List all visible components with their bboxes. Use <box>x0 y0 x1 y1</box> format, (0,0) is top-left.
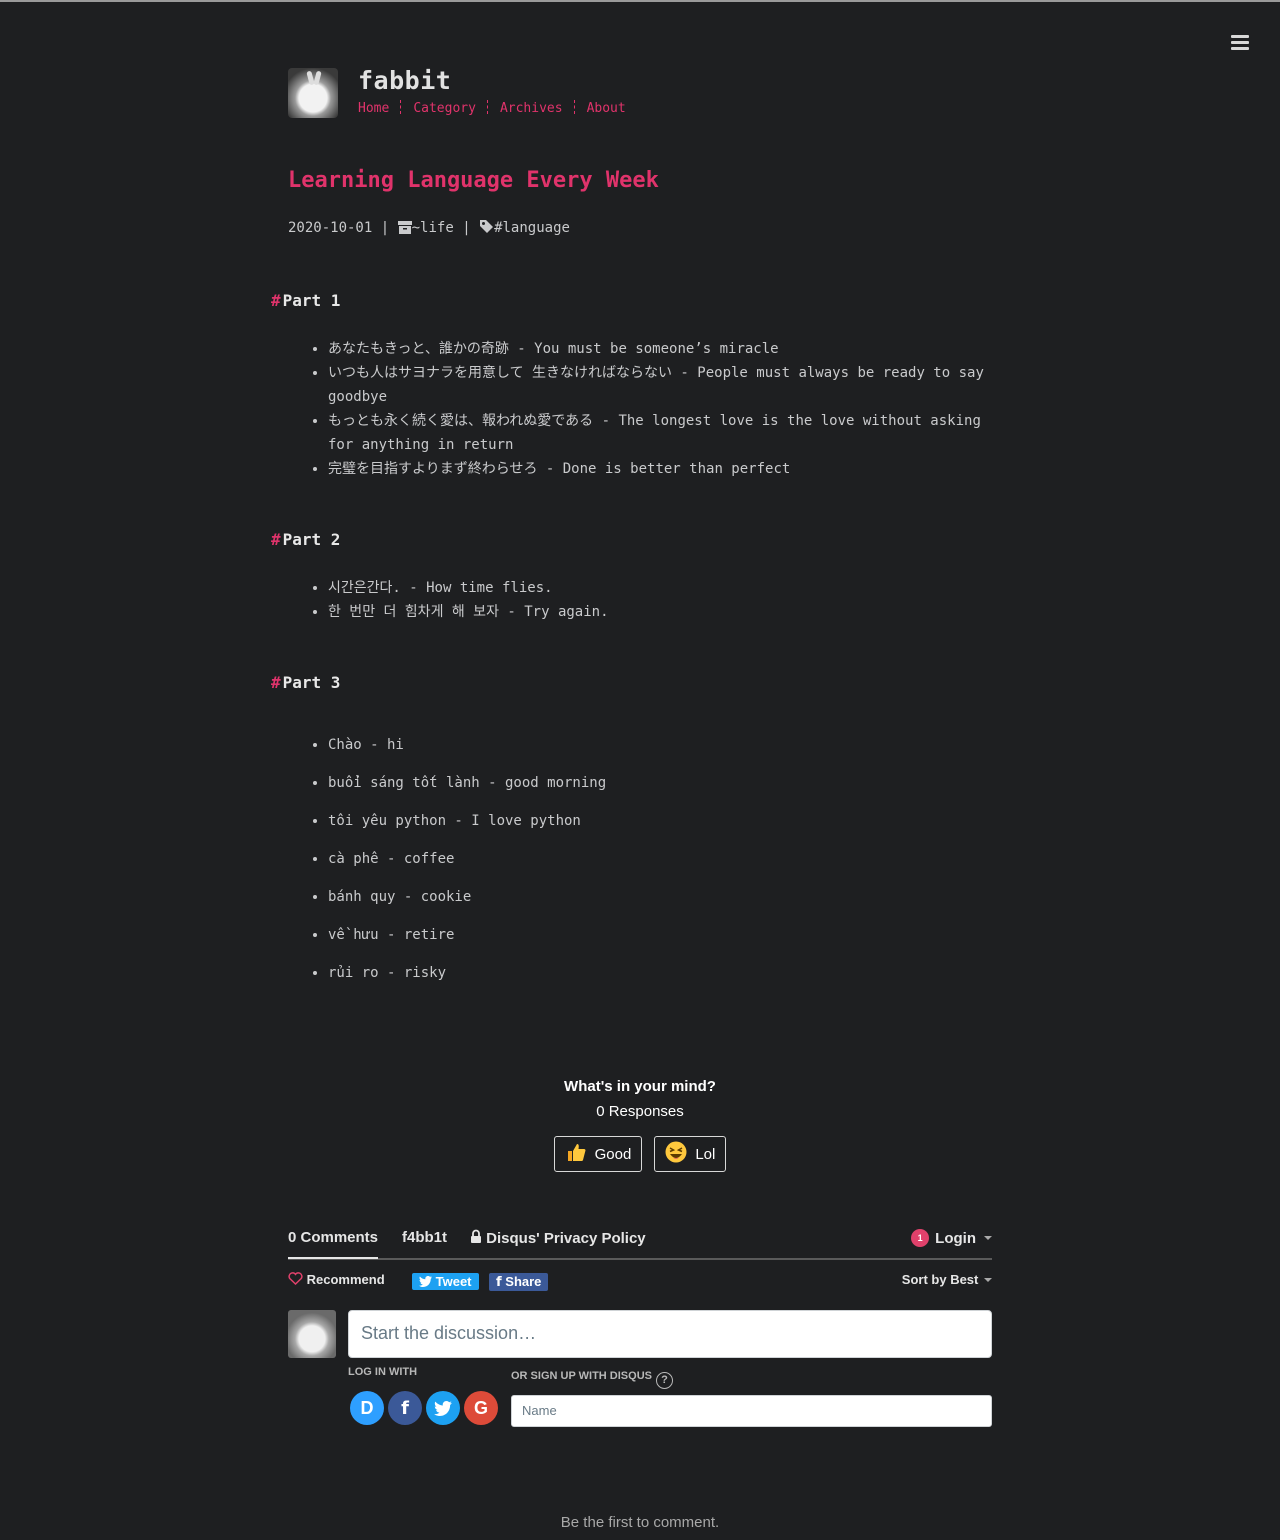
list-item: いつも人はサヨナラを用意して 生きなければならない - People must … <box>328 361 992 409</box>
disqus-nav: 0 Comments f4bb1t Disqus' Privacy Policy… <box>288 1224 992 1260</box>
user-avatar <box>288 1310 336 1358</box>
sort-dropdown[interactable]: Sort by Best <box>902 1272 992 1287</box>
empty-comments-message: Be the first to comment. <box>560 1514 720 1531</box>
disqus-login-icon[interactable]: D <box>350 1391 384 1425</box>
tab-comments[interactable]: 0 Comments <box>288 1229 379 1259</box>
list-item: cà phê - coffee <box>328 847 992 871</box>
reaction-good-label: Good <box>594 1145 632 1163</box>
list-item: tôi yêu python - I love python <box>328 809 992 833</box>
heading-anchor-icon[interactable]: # <box>271 291 281 310</box>
tag-icon <box>479 219 494 238</box>
laughing-face-icon <box>665 1141 687 1167</box>
chevron-down-icon <box>984 1236 992 1240</box>
post-title: Learning Language Every Week <box>288 168 659 193</box>
meta-separator: | <box>380 220 390 236</box>
part-1-list: あなたもきっと、誰かの奇跡 - You must be someone’s mi… <box>288 337 992 481</box>
section-heading-part-1: # Part 1 <box>271 291 341 310</box>
part-2-list: 시간은간다. - How time flies. 한 번만 더 힘차게 해 보자… <box>288 576 992 624</box>
signup-with-label: OR SIGN UP WITH DISQUS? <box>511 1370 673 1389</box>
twitter-login-icon[interactable] <box>426 1391 460 1425</box>
tab-community[interactable]: f4bb1t <box>402 1229 447 1246</box>
hamburger-menu-icon[interactable] <box>1231 35 1249 51</box>
notification-badge: 1 <box>911 1229 930 1247</box>
facebook-login-icon[interactable]: f <box>388 1391 422 1425</box>
chevron-down-icon <box>984 1278 992 1282</box>
post-meta: 2020-10-01 | ~life | #language <box>288 219 570 238</box>
reaction-good-button[interactable]: Good <box>553 1136 643 1172</box>
list-item: rủi ro - risky <box>328 961 992 985</box>
tweet-button[interactable]: Tweet <box>412 1273 479 1290</box>
reactions-count: 0 Responses <box>596 1103 684 1120</box>
nav-home[interactable]: Home <box>358 101 389 116</box>
nav-divider <box>400 100 402 114</box>
list-item: もっとも永く続く愛は、報われぬ愛である - The longest love i… <box>328 409 992 457</box>
login-with-label: LOG IN WITH <box>348 1366 418 1378</box>
privacy-policy-link[interactable]: Disqus' Privacy Policy <box>470 1229 646 1247</box>
recommend-button[interactable]: Recommend <box>288 1272 385 1287</box>
nav-archives[interactable]: Archives <box>500 101 563 116</box>
list-item: buổi sáng tốt lành - good morning <box>328 771 992 795</box>
nav-category[interactable]: Category <box>413 101 476 116</box>
name-input[interactable]: Name <box>511 1395 992 1427</box>
list-item: 完璧を目指すよりまず終わらせろ - Done is better than pe… <box>328 457 992 481</box>
post-tag[interactable]: #language <box>494 220 570 236</box>
heading-anchor-icon[interactable]: # <box>271 673 281 692</box>
list-item: về hưu - retire <box>328 923 992 947</box>
reactions-question: What's in your mind? <box>564 1078 716 1095</box>
section-heading-part-3: # Part 3 <box>271 673 341 692</box>
archive-box-icon <box>397 221 412 238</box>
meta-separator: | <box>462 220 471 236</box>
reaction-lol-label: Lol <box>695 1145 716 1163</box>
site-avatar[interactable] <box>288 68 338 118</box>
main-nav: Home Category Archives About <box>358 100 626 116</box>
post-date: 2020-10-01 <box>288 220 373 236</box>
list-item: bánh quy - cookie <box>328 885 992 909</box>
disqus-thread: 0 Comments f4bb1t Disqus' Privacy Policy… <box>288 1224 992 1427</box>
post-category[interactable]: ~life <box>412 220 454 236</box>
site-title[interactable]: fabbit <box>358 66 451 95</box>
thumbs-up-icon <box>565 1141 587 1167</box>
facebook-share-button[interactable]: f Share <box>489 1273 549 1291</box>
list-item: 시간은간다. - How time flies. <box>328 576 992 600</box>
login-label: Login <box>935 1229 976 1247</box>
social-login-buttons: D f G <box>350 1391 498 1425</box>
list-item: 한 번만 더 힘차게 해 보자 - Try again. <box>328 600 992 624</box>
reactions-widget: What's in your mind? 0 Responses Good Lo… <box>0 1078 1280 1172</box>
help-icon[interactable]: ? <box>655 1371 673 1389</box>
login-menu[interactable]: 1 Login <box>911 1229 992 1247</box>
heart-icon <box>288 1272 303 1287</box>
google-login-icon[interactable]: G <box>464 1391 498 1425</box>
part-3-list: Chào - hi buổi sáng tốt lành - good morn… <box>288 733 992 999</box>
comment-input[interactable]: Start the discussion… <box>348 1310 992 1358</box>
reaction-lol-button[interactable]: Lol <box>654 1136 727 1172</box>
nav-divider <box>573 100 576 114</box>
heading-anchor-icon[interactable]: # <box>271 530 281 549</box>
list-item: あなたもきっと、誰かの奇跡 - You must be someone’s mi… <box>328 337 992 361</box>
nav-divider <box>486 100 489 114</box>
disqus-toolbar: Recommend Tweet f Share Sort by Best <box>288 1260 992 1300</box>
list-item: Chào - hi <box>328 733 992 757</box>
section-heading-part-2: # Part 2 <box>271 530 341 549</box>
nav-about[interactable]: About <box>587 101 626 116</box>
lock-icon <box>470 1229 482 1247</box>
facebook-icon: f <box>496 1275 502 1290</box>
twitter-bird-icon <box>419 1274 432 1289</box>
